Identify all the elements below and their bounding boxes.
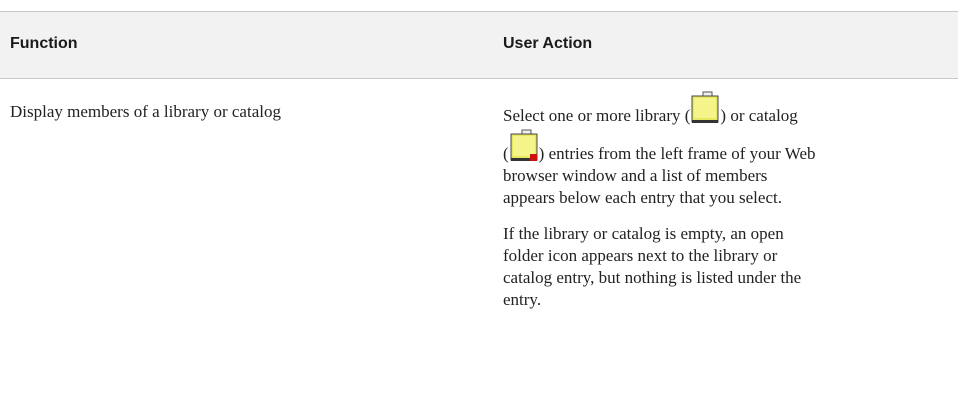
action-line: catalog entry, but nothing is listed und… xyxy=(503,268,802,287)
action-line: appears below each entry that you select… xyxy=(503,188,782,207)
function-cell: Display members of a library or catalog xyxy=(10,102,281,121)
action-text: ) entries from the left frame of your We… xyxy=(538,144,816,163)
column-header-function: Function xyxy=(10,35,78,52)
catalog-folder-icon xyxy=(509,129,539,165)
user-action-cell: Select one or more library ( ) or catalo… xyxy=(503,85,816,325)
action-line: If the library or catalog is empty, an o… xyxy=(503,224,784,243)
action-text: Select one or more library ( xyxy=(503,106,691,125)
action-line: ( ) entries from the left frame of your … xyxy=(503,127,816,165)
action-line: entry. xyxy=(503,290,542,309)
action-line: folder icon appears next to the library … xyxy=(503,246,778,265)
column-header-user-action: User Action xyxy=(503,35,593,52)
table-header-row: Function User Action xyxy=(0,11,958,79)
action-line: browser window and a list of members xyxy=(503,166,768,185)
action-paragraph-1: Select one or more library ( ) or catalo… xyxy=(503,85,816,209)
table-row: Display members of a library or catalog … xyxy=(0,79,958,389)
function-action-table: Function User Action Display members of … xyxy=(0,11,958,389)
action-text: ) or catalog xyxy=(720,106,798,125)
action-paragraph-2: If the library or catalog is empty, an o… xyxy=(503,223,803,311)
action-line: Select one or more library ( ) or catalo… xyxy=(503,85,803,127)
library-folder-icon xyxy=(690,91,720,127)
